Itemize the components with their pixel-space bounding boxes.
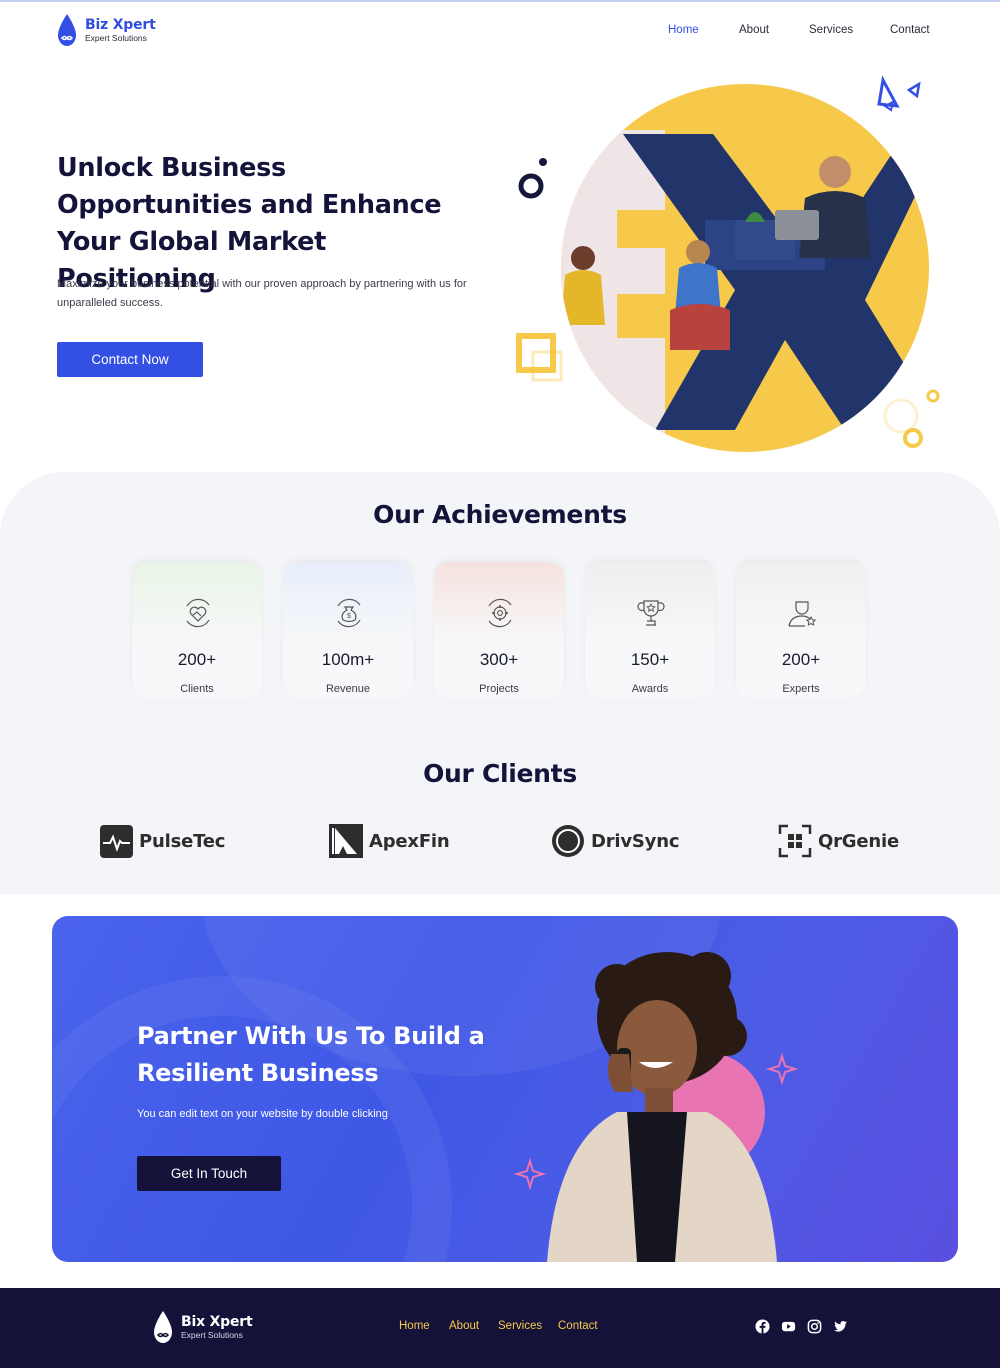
achievement-label: Awards xyxy=(631,683,669,695)
hero-text: Maximize your business potential with ou… xyxy=(57,278,467,309)
handshake-heart-icon xyxy=(186,598,210,628)
client-name: PulseTec xyxy=(139,830,226,852)
facebook-icon[interactable] xyxy=(755,1319,770,1334)
footer-logo[interactable]: Bix Xpert Expert Solutions xyxy=(152,1310,253,1344)
site-footer: Bix Xpert Expert Solutions Home About Se… xyxy=(0,1288,1000,1368)
achievement-label: Experts xyxy=(782,683,820,695)
pulse-icon xyxy=(100,824,133,858)
client-name: DrivSync xyxy=(591,830,680,852)
achievement-label: Revenue xyxy=(325,683,371,695)
twitter-icon[interactable] xyxy=(833,1319,848,1334)
achievement-card-clients: 200+ Clients xyxy=(132,562,262,698)
client-logo-qrgenie: QrGenie xyxy=(778,820,899,862)
footer-nav-contact[interactable]: Contact xyxy=(558,1320,598,1332)
qr-code-icon xyxy=(778,824,812,858)
achievement-label: Projects xyxy=(479,683,519,695)
trophy-icon xyxy=(637,600,665,626)
sync-circle-icon xyxy=(552,825,584,857)
hero-illustration xyxy=(516,75,940,452)
achievement-card-revenue: $ 100m+ Revenue xyxy=(283,562,413,698)
client-name: QrGenie xyxy=(818,830,899,852)
footer-nav-home[interactable]: Home xyxy=(399,1320,430,1332)
client-logo-pulsetec: PulseTec xyxy=(100,820,225,862)
clients-title: Our Clients xyxy=(423,759,577,788)
achievement-label: Clients xyxy=(180,683,214,695)
expert-star-icon xyxy=(788,601,817,627)
money-bag-icon: $ xyxy=(337,598,361,628)
achievement-card-experts: 200+ Experts xyxy=(736,562,866,698)
nav-home[interactable]: Home xyxy=(668,24,699,36)
client-logos: PulseTec ApexFin DrivSync QrGenie xyxy=(0,820,1000,862)
achievements-title: Our Achievements xyxy=(373,500,627,529)
main-nav: Home About Services Contact xyxy=(0,24,1000,44)
achievement-card-projects: 300+ Projects xyxy=(434,562,564,698)
apex-icon xyxy=(329,824,363,858)
drop-logo-icon xyxy=(154,1311,172,1343)
ring-decoration xyxy=(518,173,544,199)
achievement-value: 300+ xyxy=(479,650,519,669)
footer-logo-tagline: Expert Solutions xyxy=(181,1329,243,1340)
nav-contact[interactable]: Contact xyxy=(890,24,930,36)
gear-cycle-icon xyxy=(488,598,512,628)
banner-text: You can edit text on your website by dou… xyxy=(137,1108,388,1120)
get-in-touch-button[interactable]: Get In Touch xyxy=(137,1156,281,1191)
client-logo-apexfin: ApexFin xyxy=(329,820,450,862)
partner-banner: Partner With Us To Build a Resilient Bus… xyxy=(52,916,958,1262)
client-name: ApexFin xyxy=(369,830,450,852)
achievement-cards: 200+ Clients $ 100m+ Revenue 300+ Projec… xyxy=(132,562,872,700)
youtube-icon[interactable] xyxy=(781,1319,796,1334)
banner-title: Partner With Us To Build a Resilient Bus… xyxy=(137,1022,485,1087)
contact-now-button[interactable]: Contact Now xyxy=(57,342,203,377)
footer-nav-services[interactable]: Services xyxy=(498,1320,542,1332)
nav-about[interactable]: About xyxy=(739,24,769,36)
footer-nav-about[interactable]: About xyxy=(449,1320,479,1332)
footer-logo-title: Bix Xpert xyxy=(181,1313,253,1330)
client-logo-drivsync: DrivSync xyxy=(551,820,680,862)
achievement-value: 150+ xyxy=(630,650,670,669)
site-header: Biz Xpert Expert Solutions Home About Se… xyxy=(0,2,1000,60)
achievement-card-awards: 150+ Awards xyxy=(585,562,715,698)
achievement-value: 200+ xyxy=(781,650,821,669)
instagram-icon[interactable] xyxy=(807,1319,822,1334)
nav-services[interactable]: Services xyxy=(809,24,853,36)
woman-on-phone-image xyxy=(513,952,799,1262)
achievement-value: 200+ xyxy=(177,650,217,669)
achievement-value: 100m+ xyxy=(321,650,375,669)
svg-text:$: $ xyxy=(347,613,351,620)
